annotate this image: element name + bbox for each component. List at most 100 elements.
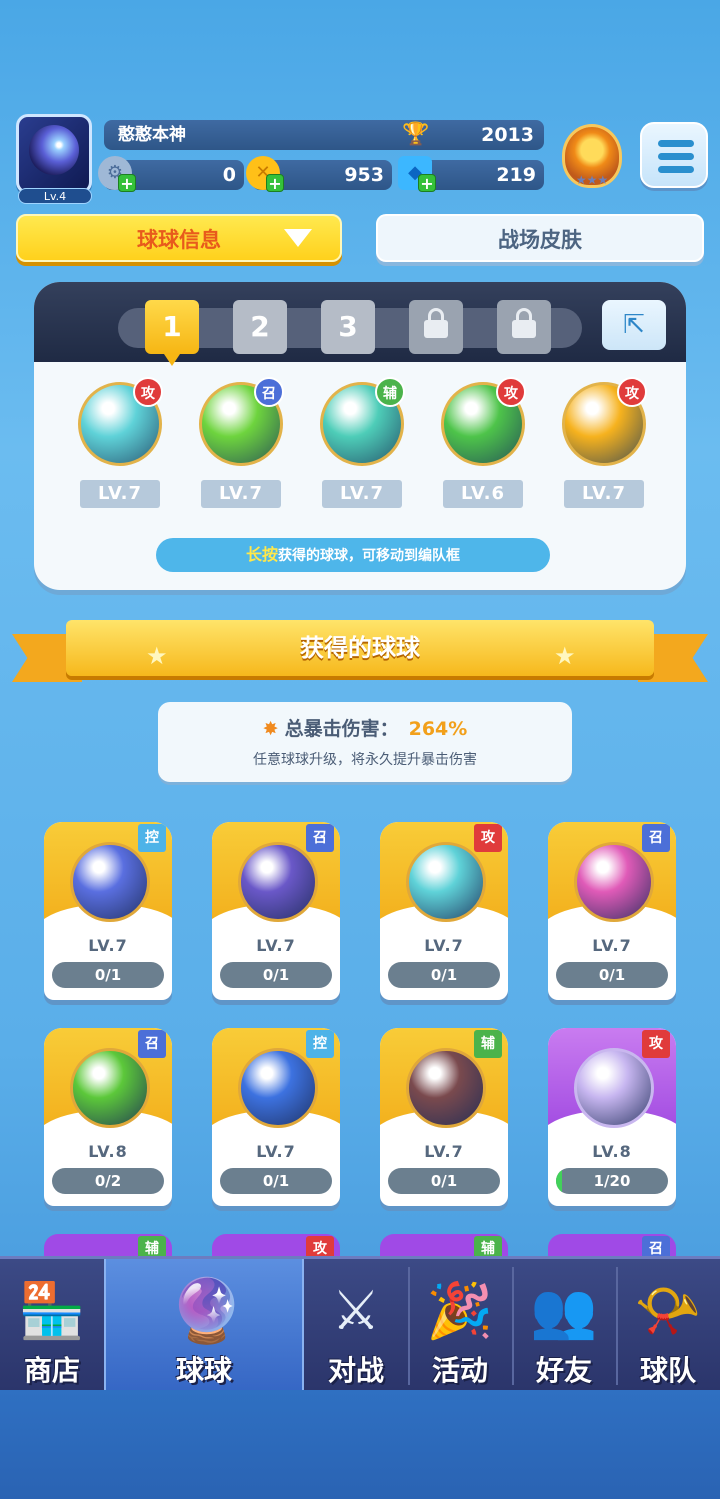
star-icon: ★ — [146, 642, 168, 670]
crit-label: 总暴击伤害： — [284, 718, 399, 740]
upgrade-progress: 0/2 — [52, 1168, 164, 1194]
player-name: 憨憨本神 — [118, 125, 186, 145]
ball-level: LV.7 — [424, 936, 464, 955]
bubble-ball-icon — [574, 1048, 654, 1128]
trophy-count: 2013 — [481, 124, 534, 146]
rank-medal-icon[interactable]: ★★★ — [562, 124, 622, 188]
crit-burst-icon: ✸ — [262, 718, 279, 740]
obtained-title: 获得的球球 — [300, 634, 420, 662]
chevron-down-icon — [284, 229, 312, 247]
add-icon[interactable]: + — [266, 174, 284, 193]
lock-icon — [512, 308, 536, 338]
shop-icon: 🏪 — [18, 1279, 86, 1342]
crit-damage-box: ✸ 总暴击伤害： 264% 任意球球升级，将永久提升暴击伤害 — [158, 702, 572, 782]
tab-battle-skins[interactable]: 战场皮肤 — [376, 214, 704, 262]
team-ball[interactable]: 攻 LV.6 — [437, 377, 529, 508]
nav-battle[interactable]: ⚔ 对战 — [304, 1259, 408, 1393]
ball-level: LV.7 — [564, 480, 644, 508]
ball-card[interactable]: 控 LV.7 0/1 — [212, 1028, 340, 1206]
team-ball[interactable]: 召 LV.7 — [195, 377, 287, 508]
crossed-swords-icon: ⚔ — [331, 1279, 381, 1342]
tornado-ball-icon — [406, 842, 486, 922]
sp-heal-ball-icon: 辅 — [320, 377, 405, 466]
role-tag: 召 — [138, 1030, 166, 1058]
share-button[interactable]: ⇱ — [602, 300, 666, 350]
ball-card[interactable]: 辅 LV.7 0/1 — [380, 1028, 508, 1206]
role-tag: 攻 — [496, 377, 526, 407]
trophy-icon: 🏆 — [402, 122, 430, 147]
ball-card[interactable]: 召 LV.7 0/1 — [548, 822, 676, 1000]
add-icon[interactable]: + — [118, 174, 136, 193]
formation-slot-3[interactable]: 3 — [321, 300, 375, 354]
lightning-ball-icon: 攻 — [562, 377, 647, 466]
progress-fill — [556, 1168, 562, 1194]
share-icon: ⇱ — [623, 310, 645, 340]
ball-card[interactable]: 攻 LV.8 1/20 — [548, 1028, 676, 1206]
upgrade-progress: 1/20 — [556, 1168, 668, 1194]
gear-currency[interactable]: ⚙ + 0 — [98, 156, 244, 193]
upgrade-progress: 0/1 — [220, 1168, 332, 1194]
nav-team[interactable]: 📯 球队 — [616, 1259, 720, 1393]
upgrade-progress: 0/1 — [556, 962, 668, 988]
clock-ball-icon — [70, 842, 150, 922]
crit-value: 264% — [408, 718, 468, 740]
upgrade-progress: 0/1 — [388, 1168, 500, 1194]
upgrade-progress: 0/1 — [388, 962, 500, 988]
player-level: Lv.4 — [18, 188, 92, 204]
role-tag: 召 — [254, 377, 284, 407]
bottom-nav: 🏪 商店 🔮 球球 ⚔ 对战 🎉 活动 👥 好友 📯 球队 — [0, 1256, 720, 1393]
ball-level: LV.7 — [424, 1142, 464, 1161]
skull-ball-icon — [406, 1048, 486, 1128]
menu-icon — [658, 140, 694, 147]
friends-book-icon: 👥 — [530, 1279, 598, 1342]
feather-ball-icon — [574, 842, 654, 922]
snowflake-ball-icon — [238, 1048, 318, 1128]
upgrade-progress: 0/1 — [52, 962, 164, 988]
team-ball[interactable]: 攻 LV.7 — [558, 377, 650, 508]
star-ball-icon — [70, 1048, 150, 1128]
ball-card[interactable]: 召 LV.7 0/1 — [212, 822, 340, 1000]
nav-events[interactable]: 🎉 活动 — [408, 1259, 512, 1393]
ball-level: LV.8 — [592, 1142, 632, 1161]
ghost-ball-icon — [238, 842, 318, 922]
role-tag: 辅 — [375, 377, 405, 407]
star-icon: ★ — [554, 642, 576, 670]
ball-level: LV.6 — [443, 480, 523, 508]
nav-shop[interactable]: 🏪 商店 — [0, 1259, 104, 1393]
balls-icon: 🔮 — [168, 1274, 246, 1347]
menu-button[interactable] — [640, 122, 708, 188]
ball-level: LV.7 — [256, 1142, 296, 1161]
formation-hint: 长按获得的球球，可移动到编队框 — [156, 538, 550, 572]
player-avatar[interactable] — [16, 114, 92, 194]
lock-icon — [424, 308, 448, 338]
gold-currency[interactable]: ✕ + 953 — [246, 156, 392, 193]
gear-currency-value: 0 — [222, 164, 236, 186]
ball-level: LV.7 — [256, 936, 296, 955]
formation-slot-locked[interactable] — [497, 300, 551, 354]
nav-friends[interactable]: 👥 好友 — [512, 1259, 616, 1393]
role-tag: 攻 — [133, 377, 163, 407]
ball-card[interactable]: 攻 LV.7 0/1 — [380, 822, 508, 1000]
role-tag: 攻 — [474, 824, 502, 852]
ball-card[interactable]: 召 LV.8 0/2 — [44, 1028, 172, 1206]
team-ball[interactable]: 辅 LV.7 — [316, 377, 408, 508]
diamond-currency-value: 219 — [496, 164, 536, 186]
crit-description: 任意球球升级，将永久提升暴击伤害 — [253, 752, 477, 768]
whistle-icon: 📯 — [634, 1279, 702, 1342]
role-tag: 控 — [138, 824, 166, 852]
ball-level: LV.7 — [88, 936, 128, 955]
formation-slot-locked[interactable] — [409, 300, 463, 354]
role-tag: 控 — [306, 1030, 334, 1058]
nav-balls[interactable]: 🔮 球球 — [104, 1259, 304, 1393]
formation-slot-2[interactable]: 2 — [233, 300, 287, 354]
add-icon[interactable]: + — [418, 174, 436, 193]
diamond-currency[interactable]: ◆ + 219 — [398, 156, 544, 193]
tab-ball-info[interactable]: 球球信息 — [16, 214, 342, 262]
gold-currency-value: 953 — [344, 164, 384, 186]
tornado-ball-icon: 攻 — [78, 377, 163, 466]
formation-slot-1[interactable]: 1 — [145, 300, 199, 366]
ball-card[interactable]: 控 LV.7 0/1 — [44, 822, 172, 1000]
role-tag: 召 — [642, 824, 670, 852]
radiation-ball-icon: 召 — [199, 377, 284, 466]
team-ball[interactable]: 攻 LV.7 — [74, 377, 166, 508]
